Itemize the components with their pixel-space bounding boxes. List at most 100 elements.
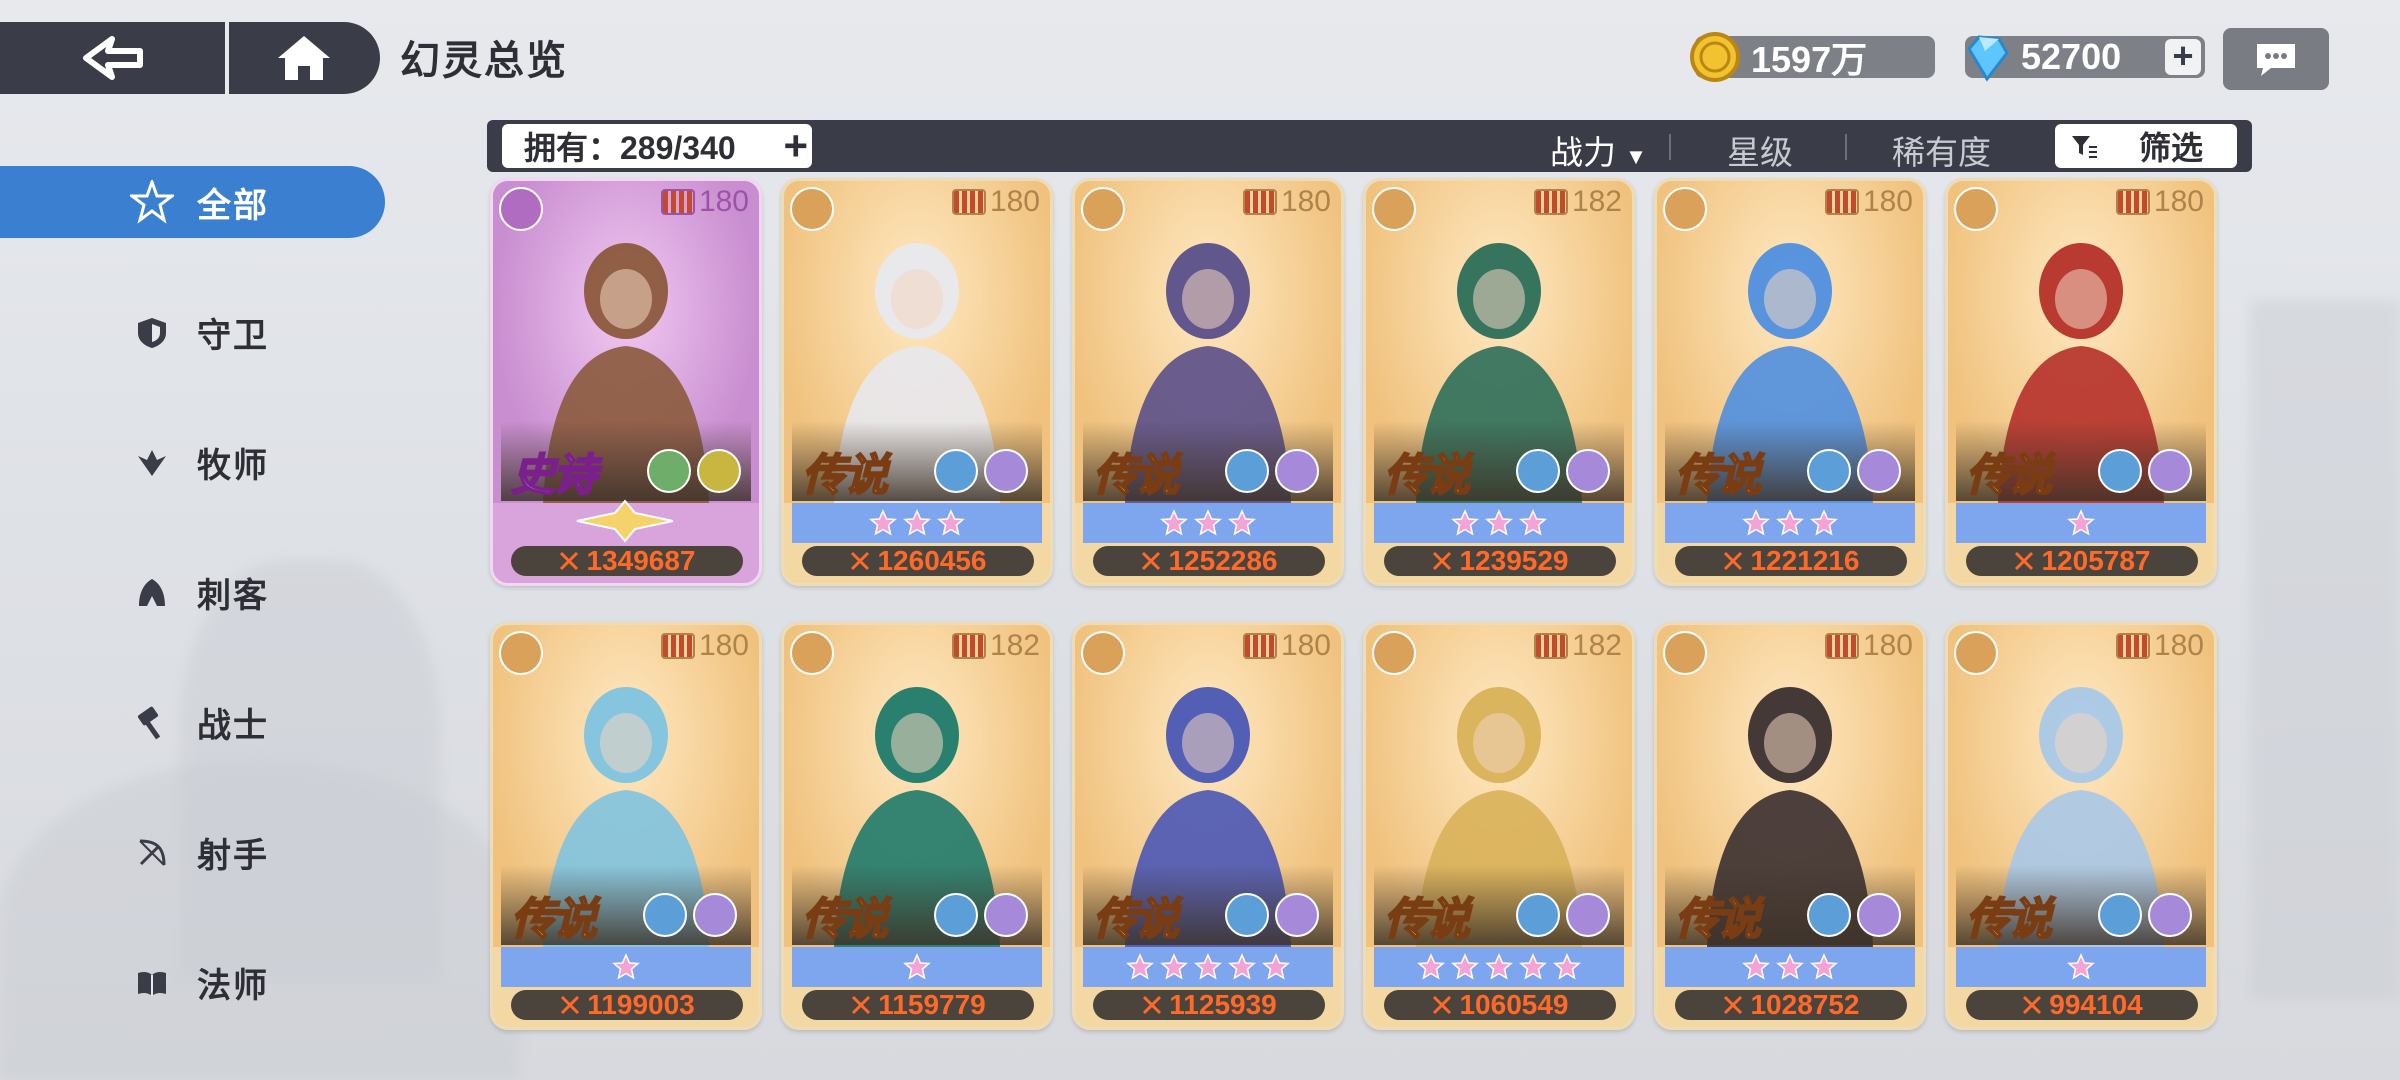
hero-card[interactable]: 180 传说 1205787 [1945,178,2217,586]
sort-down-arrow-icon: ▼ [1625,144,1647,169]
element-icon [693,893,737,937]
sidebar-item-all[interactable]: 全部 [0,166,385,238]
sidebar-item-label: 刺客 [197,576,269,615]
hero-card[interactable]: 182 传说 1239529 [1363,178,1635,586]
hero-card[interactable]: 180 传说 1199003 [490,622,762,1030]
crossed-swords-icon [1724,995,1743,1015]
home-button[interactable] [229,22,379,94]
sidebar-item-assassin[interactable]: 刺客 [0,556,385,628]
hero-level: 180 [2115,629,2204,663]
level-bars-icon [2115,633,2150,659]
combat-power: 1159779 [802,989,1034,1020]
combat-power-value: 994104 [2049,989,2143,1020]
sort-rarity-tab[interactable]: 稀有度 [1892,126,1991,174]
star-icon [1451,953,1479,980]
star-icon [1194,509,1222,536]
element-icon [647,449,691,493]
level-bars-icon [1824,189,1859,215]
combat-power-value: 1239529 [1459,545,1569,576]
hero-card[interactable]: 182 传说 1159779 [781,622,1053,1030]
chat-button[interactable] [2223,28,2329,90]
hero-level: 180 [1242,629,1331,663]
element-icon [1807,893,1851,937]
combat-power: 1221216 [1675,545,1907,576]
bow-icon [499,187,543,231]
book-icon [138,971,166,996]
element-icon [2098,893,2142,937]
level-bars-icon [1533,189,1568,215]
back-button[interactable] [0,22,225,94]
level-bars-icon [1533,633,1568,659]
chat-bubble-icon [2257,44,2295,76]
sort-power-tab[interactable]: 战力 ▼ [1550,126,1647,174]
element-icon [1275,893,1319,937]
hero-level: 182 [1533,185,1622,219]
hammer-icon [1372,187,1416,231]
hero-card[interactable]: 180 史诗 1349687 [490,178,762,586]
expand-capacity-icon[interactable]: + [783,125,808,167]
hero-card[interactable]: 180 传说 1028752 [1654,622,1926,1030]
star-icon [1742,509,1770,536]
bow-icon [790,187,834,231]
star-icon [1160,509,1188,536]
hero-card[interactable]: 182 传说 1060549 [1363,622,1635,1030]
hero-level: 180 [1824,185,1913,219]
rarity-label: 传说 [1965,450,2053,501]
hero-card[interactable]: 180 传说 994104 [1945,622,2217,1030]
coin-counter: 1597万 [1690,32,1935,82]
back-arrow-icon [82,36,143,80]
filter-button[interactable]: 筛选 [2055,124,2237,168]
sidebar-item-mage[interactable]: 法师 [0,946,385,1018]
sidebar-item-archer[interactable]: 射手 [0,816,385,888]
hero-card[interactable]: 180 传说 1260456 [781,178,1053,586]
sort-star-tab[interactable]: 星级 [1727,126,1793,174]
sidebar-item-warrior[interactable]: 战士 [0,686,385,758]
hero-card[interactable]: 180 传说 1125939 [1072,622,1344,1030]
top-nav-bar [0,22,380,94]
star-icon [1262,953,1290,980]
rarity-label: 传说 [1092,450,1180,501]
star-rating [792,503,1042,543]
sidebar-item-label: 战士 [197,706,269,745]
hero-level-value: 180 [698,629,749,662]
hero-level-value: 182 [1571,185,1622,218]
crossed-swords-icon [2023,995,2042,1015]
hero-level: 180 [1824,629,1913,663]
combat-power: 1252286 [1093,545,1325,576]
star-icon [937,509,965,536]
element-icon [1857,893,1901,937]
level-bars-icon [951,189,986,215]
bow-icon [139,839,166,866]
owned-counter[interactable]: 拥有：289/340 + [502,124,812,168]
combat-power-value: 1125939 [1169,989,1277,1020]
hero-card[interactable]: 180 传说 1252286 [1072,178,1344,586]
rarity-label: 传说 [801,450,889,501]
home-icon [278,36,330,80]
star-icon [1776,509,1804,536]
element-icon [934,893,978,937]
add-gems-button[interactable]: + [2165,38,2201,75]
level-bars-icon [660,633,695,659]
star-rating [1083,947,1333,987]
shield-icon [499,631,543,675]
shield-icon [1663,187,1707,231]
hero-level-value: 180 [1280,185,1331,218]
star-icon [1519,509,1547,536]
star-icon [1519,953,1547,980]
crossed-swords-icon [1143,995,1162,1015]
hammer-icon [1372,631,1416,675]
rarity-label: 传说 [1383,450,1471,501]
star-icon [1553,953,1581,980]
star-icon [1126,953,1154,980]
sidebar-item-guard[interactable]: 守卫 [0,296,385,368]
sidebar-item-priest[interactable]: 牧师 [0,426,385,498]
hero-card[interactable]: 180 传说 1221216 [1654,178,1926,586]
element-icon [1225,449,1269,493]
rarity-label: 史诗 [510,450,598,501]
element-icon [1516,893,1560,937]
star-rating [1374,503,1624,543]
rarity-label: 传说 [1092,894,1180,945]
element-icon [643,893,687,937]
combat-power-value: 1260456 [877,545,987,576]
star-icon [1810,953,1838,980]
